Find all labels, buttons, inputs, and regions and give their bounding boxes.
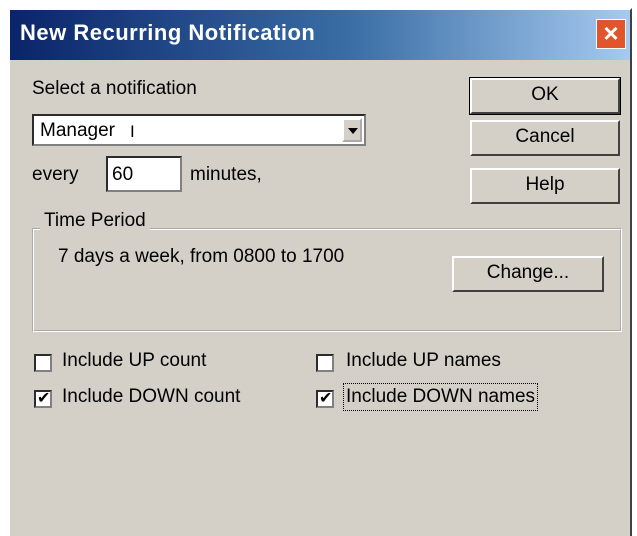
time-period-text: 7 days a week, from 0800 to 1700 (58, 246, 345, 267)
dropdown-arrow-icon[interactable] (342, 118, 362, 142)
minutes-label: minutes, (190, 164, 262, 185)
dialog-window: New Recurring Notification × Select a no… (8, 8, 632, 536)
time-period-legend: Time Period (40, 210, 150, 232)
notification-value: Manager (40, 120, 115, 141)
change-button[interactable]: Change... (452, 256, 604, 292)
include-down-names-checkbox[interactable] (316, 388, 334, 408)
include-down-count-label[interactable]: Include DOWN count (62, 386, 240, 408)
ok-button[interactable]: OK (469, 77, 621, 115)
close-button[interactable]: × (596, 19, 626, 49)
minutes-value: 60 (112, 164, 134, 185)
include-down-count-checkbox[interactable] (34, 388, 52, 408)
cancel-button[interactable]: Cancel (470, 120, 620, 156)
include-up-count-label[interactable]: Include UP count (62, 350, 206, 372)
include-up-count-checkbox[interactable] (34, 354, 52, 372)
include-down-names-label[interactable]: Include DOWN names (342, 383, 539, 411)
close-icon: × (603, 18, 619, 48)
notification-dropdown[interactable]: Manager I (32, 114, 366, 146)
dialog-title: New Recurring Notification (20, 20, 316, 45)
minutes-input[interactable]: 60 (106, 156, 182, 192)
select-notification-label: Select a notification (32, 78, 197, 99)
title-bar[interactable]: New Recurring Notification × (10, 10, 630, 60)
include-up-names-checkbox[interactable] (316, 354, 334, 372)
help-button[interactable]: Help (470, 168, 620, 204)
every-label: every (32, 164, 79, 185)
text-cursor-icon: I (130, 122, 135, 141)
include-up-names-label[interactable]: Include UP names (346, 350, 501, 372)
